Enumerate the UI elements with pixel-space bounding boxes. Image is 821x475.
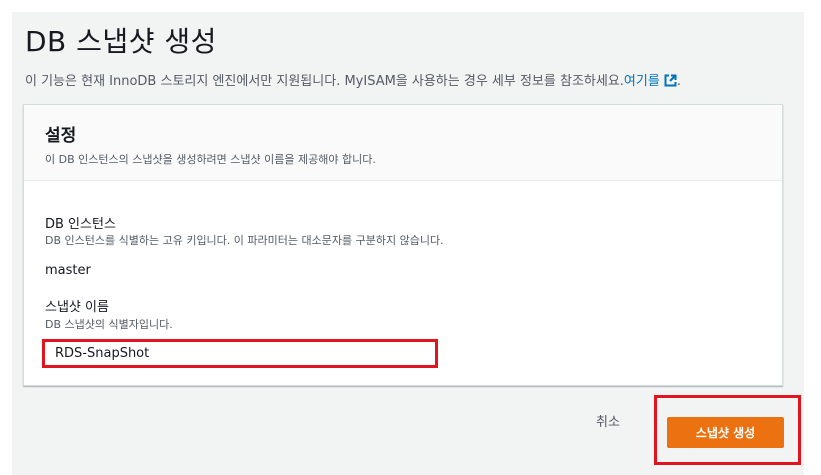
db-instance-description: DB 인스턴스를 식별하는 고유 키입니다. 이 파라미터는 대소문자를 구분하… [45, 234, 444, 247]
cancel-button[interactable]: 취소 [596, 411, 620, 430]
snapshot-name-description: DB 스냅샷의 식별자입니다. [45, 318, 173, 331]
create-snapshot-button[interactable]: 스냅샷 생성 [667, 417, 784, 448]
external-link-icon [664, 74, 677, 91]
info-text: 이 기능은 현재 InnoDB 스토리지 엔진에서만 지원됩니다. MyISAM… [25, 74, 624, 89]
snapshot-name-label: 스냅샷 이름 [45, 300, 109, 315]
settings-description: 이 DB 인스턴스의 스냅샷을 생성하려면 스냅샷 이름을 제공해야 합니다. [45, 153, 376, 166]
page-title: DB 스냅샷 생성 [25, 25, 217, 58]
learn-more-link[interactable]: 여기를 [624, 74, 677, 89]
snapshot-name-input[interactable] [42, 339, 438, 368]
db-instance-label: DB 인스턴스 [45, 217, 116, 232]
page-description: 이 기능은 현재 InnoDB 스토리지 엔진에서만 지원됩니다. MyISAM… [25, 70, 681, 91]
settings-panel: 설정 이 DB 인스턴스의 스냅샷을 생성하려면 스냅샷 이름을 제공해야 합니… [23, 104, 783, 386]
settings-title: 설정 [45, 126, 77, 146]
db-instance-value: master [45, 263, 91, 278]
learn-more-link-text: 여기를 [623, 74, 660, 89]
description-period: . [676, 74, 681, 89]
settings-panel-header: 설정 이 DB 인스턴스의 스냅샷을 생성하려면 스냅샷 이름을 제공해야 합니… [24, 105, 782, 181]
